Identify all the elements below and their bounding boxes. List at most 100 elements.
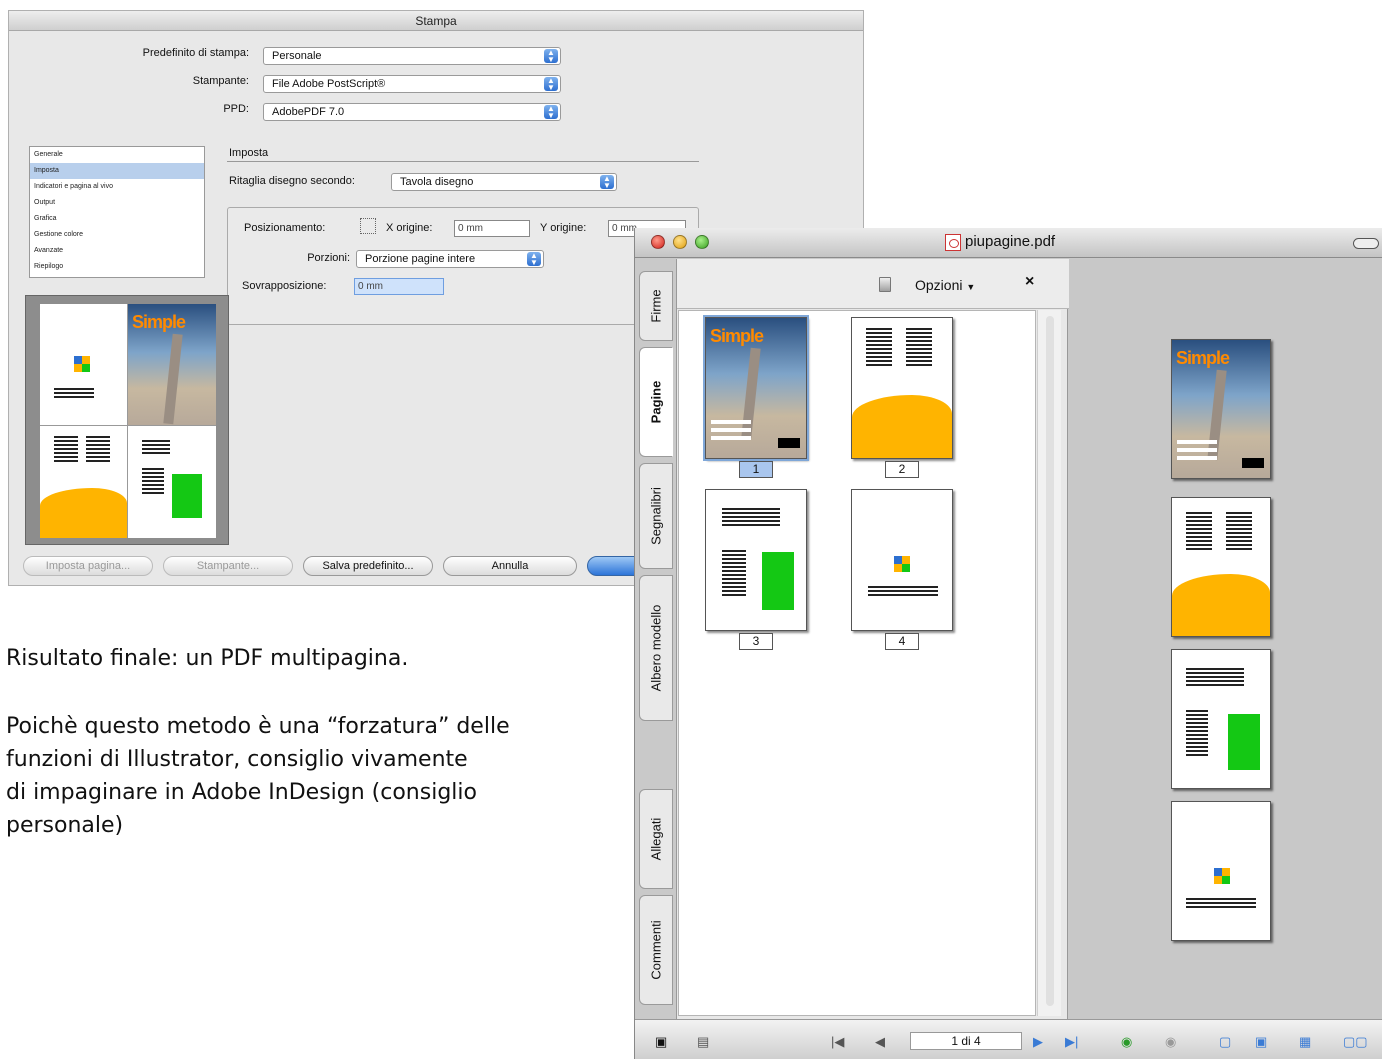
document-page[interactable] bbox=[1171, 649, 1271, 789]
tab-albero-modello[interactable]: Albero modello bbox=[639, 575, 673, 721]
page-thumbnail[interactable]: Simple bbox=[703, 315, 809, 461]
crop-popup[interactable]: Tavola disegno ▲ ▼ bbox=[391, 173, 617, 191]
last-page-icon[interactable]: ▶| bbox=[1065, 1034, 1078, 1050]
single-page-icon[interactable]: ▢ bbox=[1219, 1034, 1231, 1050]
x-origin-field[interactable]: 0 mm bbox=[454, 220, 530, 237]
text-block bbox=[1186, 512, 1212, 552]
tab-label: Firme bbox=[648, 289, 664, 323]
tab-allegati[interactable]: Allegati bbox=[639, 789, 673, 889]
page-number[interactable]: 4 bbox=[885, 633, 919, 650]
ppd-popup[interactable]: AdobePDF 7.0 ▲ ▼ bbox=[263, 103, 561, 121]
thumbnails-area: Simple 1 2 3 4 bbox=[678, 310, 1036, 1016]
toolbar-toggle-icon[interactable] bbox=[1353, 238, 1379, 249]
tab-label: Pagine bbox=[648, 380, 664, 424]
ppd-label: PPD: bbox=[223, 103, 249, 115]
caption-line: personale) bbox=[6, 813, 124, 838]
zoom-window-icon[interactable] bbox=[695, 235, 709, 249]
tab-firme[interactable]: Firme bbox=[639, 271, 673, 341]
printer-label: Stampante: bbox=[192, 75, 249, 87]
category-item[interactable]: Riepilogo bbox=[30, 259, 204, 275]
page-thumbnail[interactable] bbox=[851, 317, 953, 459]
section-divider bbox=[227, 161, 699, 162]
pages-panel: Opzioni ▼ × Simple 1 2 3 4 bbox=[676, 259, 1069, 1019]
category-item[interactable]: Gestione colore bbox=[30, 227, 204, 243]
cover-image: Simple bbox=[1172, 340, 1270, 478]
category-item[interactable]: Indicatori e pagina al vivo bbox=[30, 179, 204, 195]
category-item[interactable]: Avanzate bbox=[30, 243, 204, 259]
tab-label: Albero modello bbox=[648, 604, 664, 692]
document-page[interactable]: Simple bbox=[1171, 339, 1271, 479]
caption-result: Risultato finale: un PDF multipagina. bbox=[6, 646, 409, 671]
caption-line: Poichè questo metodo è una “forzatura” d… bbox=[6, 714, 510, 739]
text-block bbox=[906, 328, 932, 368]
save-preset-button[interactable]: Salva predefinito... bbox=[303, 556, 433, 576]
printer-popup[interactable]: File Adobe PostScript® ▲ ▼ bbox=[263, 75, 561, 93]
previous-page-icon[interactable]: ◀ bbox=[875, 1034, 885, 1050]
page-number[interactable]: 3 bbox=[739, 633, 773, 650]
options-menu[interactable]: Opzioni ▼ bbox=[915, 277, 975, 293]
page-size-icon[interactable]: ▤ bbox=[697, 1034, 709, 1050]
options-box: Posizionamento: X origine: 0 mm Y origin… bbox=[227, 207, 699, 325]
position-grid-icon[interactable] bbox=[360, 218, 376, 234]
overlap-field[interactable]: 0 mm bbox=[354, 278, 444, 295]
orange-wave bbox=[852, 395, 952, 458]
crop-label: Ritaglia disegno secondo: bbox=[229, 175, 355, 187]
facing-pages-icon[interactable]: ▦ bbox=[1299, 1034, 1311, 1050]
page-number[interactable]: 2 bbox=[885, 461, 919, 478]
category-item[interactable]: Output bbox=[30, 195, 204, 211]
close-window-icon[interactable] bbox=[651, 235, 665, 249]
tiling-value: Porzione pagine intere bbox=[365, 253, 476, 265]
tab-commenti[interactable]: Commenti bbox=[639, 895, 673, 1005]
overlap-label: Sovrapposizione: bbox=[242, 280, 327, 292]
continuous-page-icon[interactable]: ▣ bbox=[1255, 1034, 1267, 1050]
category-list[interactable]: Generale Imposta Indicatori e pagina al … bbox=[29, 146, 205, 278]
preview-tile bbox=[40, 426, 128, 538]
next-page-icon[interactable]: ▶ bbox=[1033, 1034, 1043, 1050]
cover-logo: Simple bbox=[710, 326, 764, 346]
orange-wave bbox=[40, 487, 127, 538]
tiling-popup[interactable]: Porzione pagine intere ▲ ▼ bbox=[356, 250, 544, 268]
page-thumbnail[interactable] bbox=[851, 489, 953, 631]
document-page[interactable] bbox=[1171, 497, 1271, 637]
cancel-button[interactable]: Annulla bbox=[443, 556, 577, 576]
close-panel-icon[interactable]: × bbox=[1025, 273, 1034, 291]
monitor-icon[interactable]: ▣ bbox=[655, 1034, 667, 1050]
category-item[interactable]: Grafica bbox=[30, 211, 204, 227]
popup-arrows-icon: ▲ ▼ bbox=[600, 175, 614, 190]
go-back-icon[interactable]: ◉ bbox=[1121, 1034, 1132, 1050]
preset-popup[interactable]: Personale ▲ ▼ bbox=[263, 47, 561, 65]
popup-arrows-icon: ▲ ▼ bbox=[544, 49, 558, 64]
page-number[interactable]: 1 bbox=[739, 461, 773, 478]
popup-arrows-icon: ▲ ▼ bbox=[527, 252, 541, 267]
tab-label: Allegati bbox=[648, 817, 664, 861]
thumbnails-scrollbar[interactable] bbox=[1037, 310, 1061, 1016]
caption-line: funzioni di Illustrator, consiglio vivam… bbox=[6, 747, 468, 772]
page-indicator-field[interactable]: 1 di 4 bbox=[910, 1032, 1022, 1050]
crop-value: Tavola disegno bbox=[400, 176, 474, 188]
trash-icon[interactable] bbox=[879, 277, 891, 292]
barcode-shape bbox=[1242, 458, 1264, 468]
category-item[interactable]: Generale bbox=[30, 147, 204, 163]
go-forward-icon[interactable]: ◉ bbox=[1165, 1034, 1176, 1050]
page-thumbnail[interactable] bbox=[705, 489, 807, 631]
category-item-selected[interactable]: Imposta bbox=[30, 163, 204, 179]
panel-toolbar: Opzioni ▼ × bbox=[677, 259, 1069, 309]
document-page[interactable] bbox=[1171, 801, 1271, 941]
cover-image: Simple bbox=[128, 304, 216, 425]
tab-segnalibri[interactable]: Segnalibri bbox=[639, 463, 673, 569]
cover-headline bbox=[1177, 440, 1227, 464]
dropdown-arrow-icon: ▼ bbox=[966, 282, 976, 292]
text-block bbox=[1186, 668, 1244, 688]
page-setup-button[interactable]: Imposta pagina... bbox=[23, 556, 153, 576]
text-block bbox=[1186, 710, 1208, 758]
green-rectangle bbox=[1228, 714, 1260, 770]
tab-pagine[interactable]: Pagine bbox=[639, 347, 673, 457]
continuous-facing-icon[interactable]: ▢▢ bbox=[1343, 1034, 1368, 1050]
text-block bbox=[54, 436, 78, 464]
window-titlebar[interactable]: piupagine.pdf bbox=[635, 228, 1382, 258]
minimize-window-icon[interactable] bbox=[673, 235, 687, 249]
acrobat-window: piupagine.pdf Firme Pagine Segnalibri Al… bbox=[634, 228, 1382, 1059]
first-page-icon[interactable]: |◀ bbox=[831, 1034, 844, 1050]
printer-button[interactable]: Stampante... bbox=[163, 556, 293, 576]
barcode-shape bbox=[778, 438, 800, 448]
